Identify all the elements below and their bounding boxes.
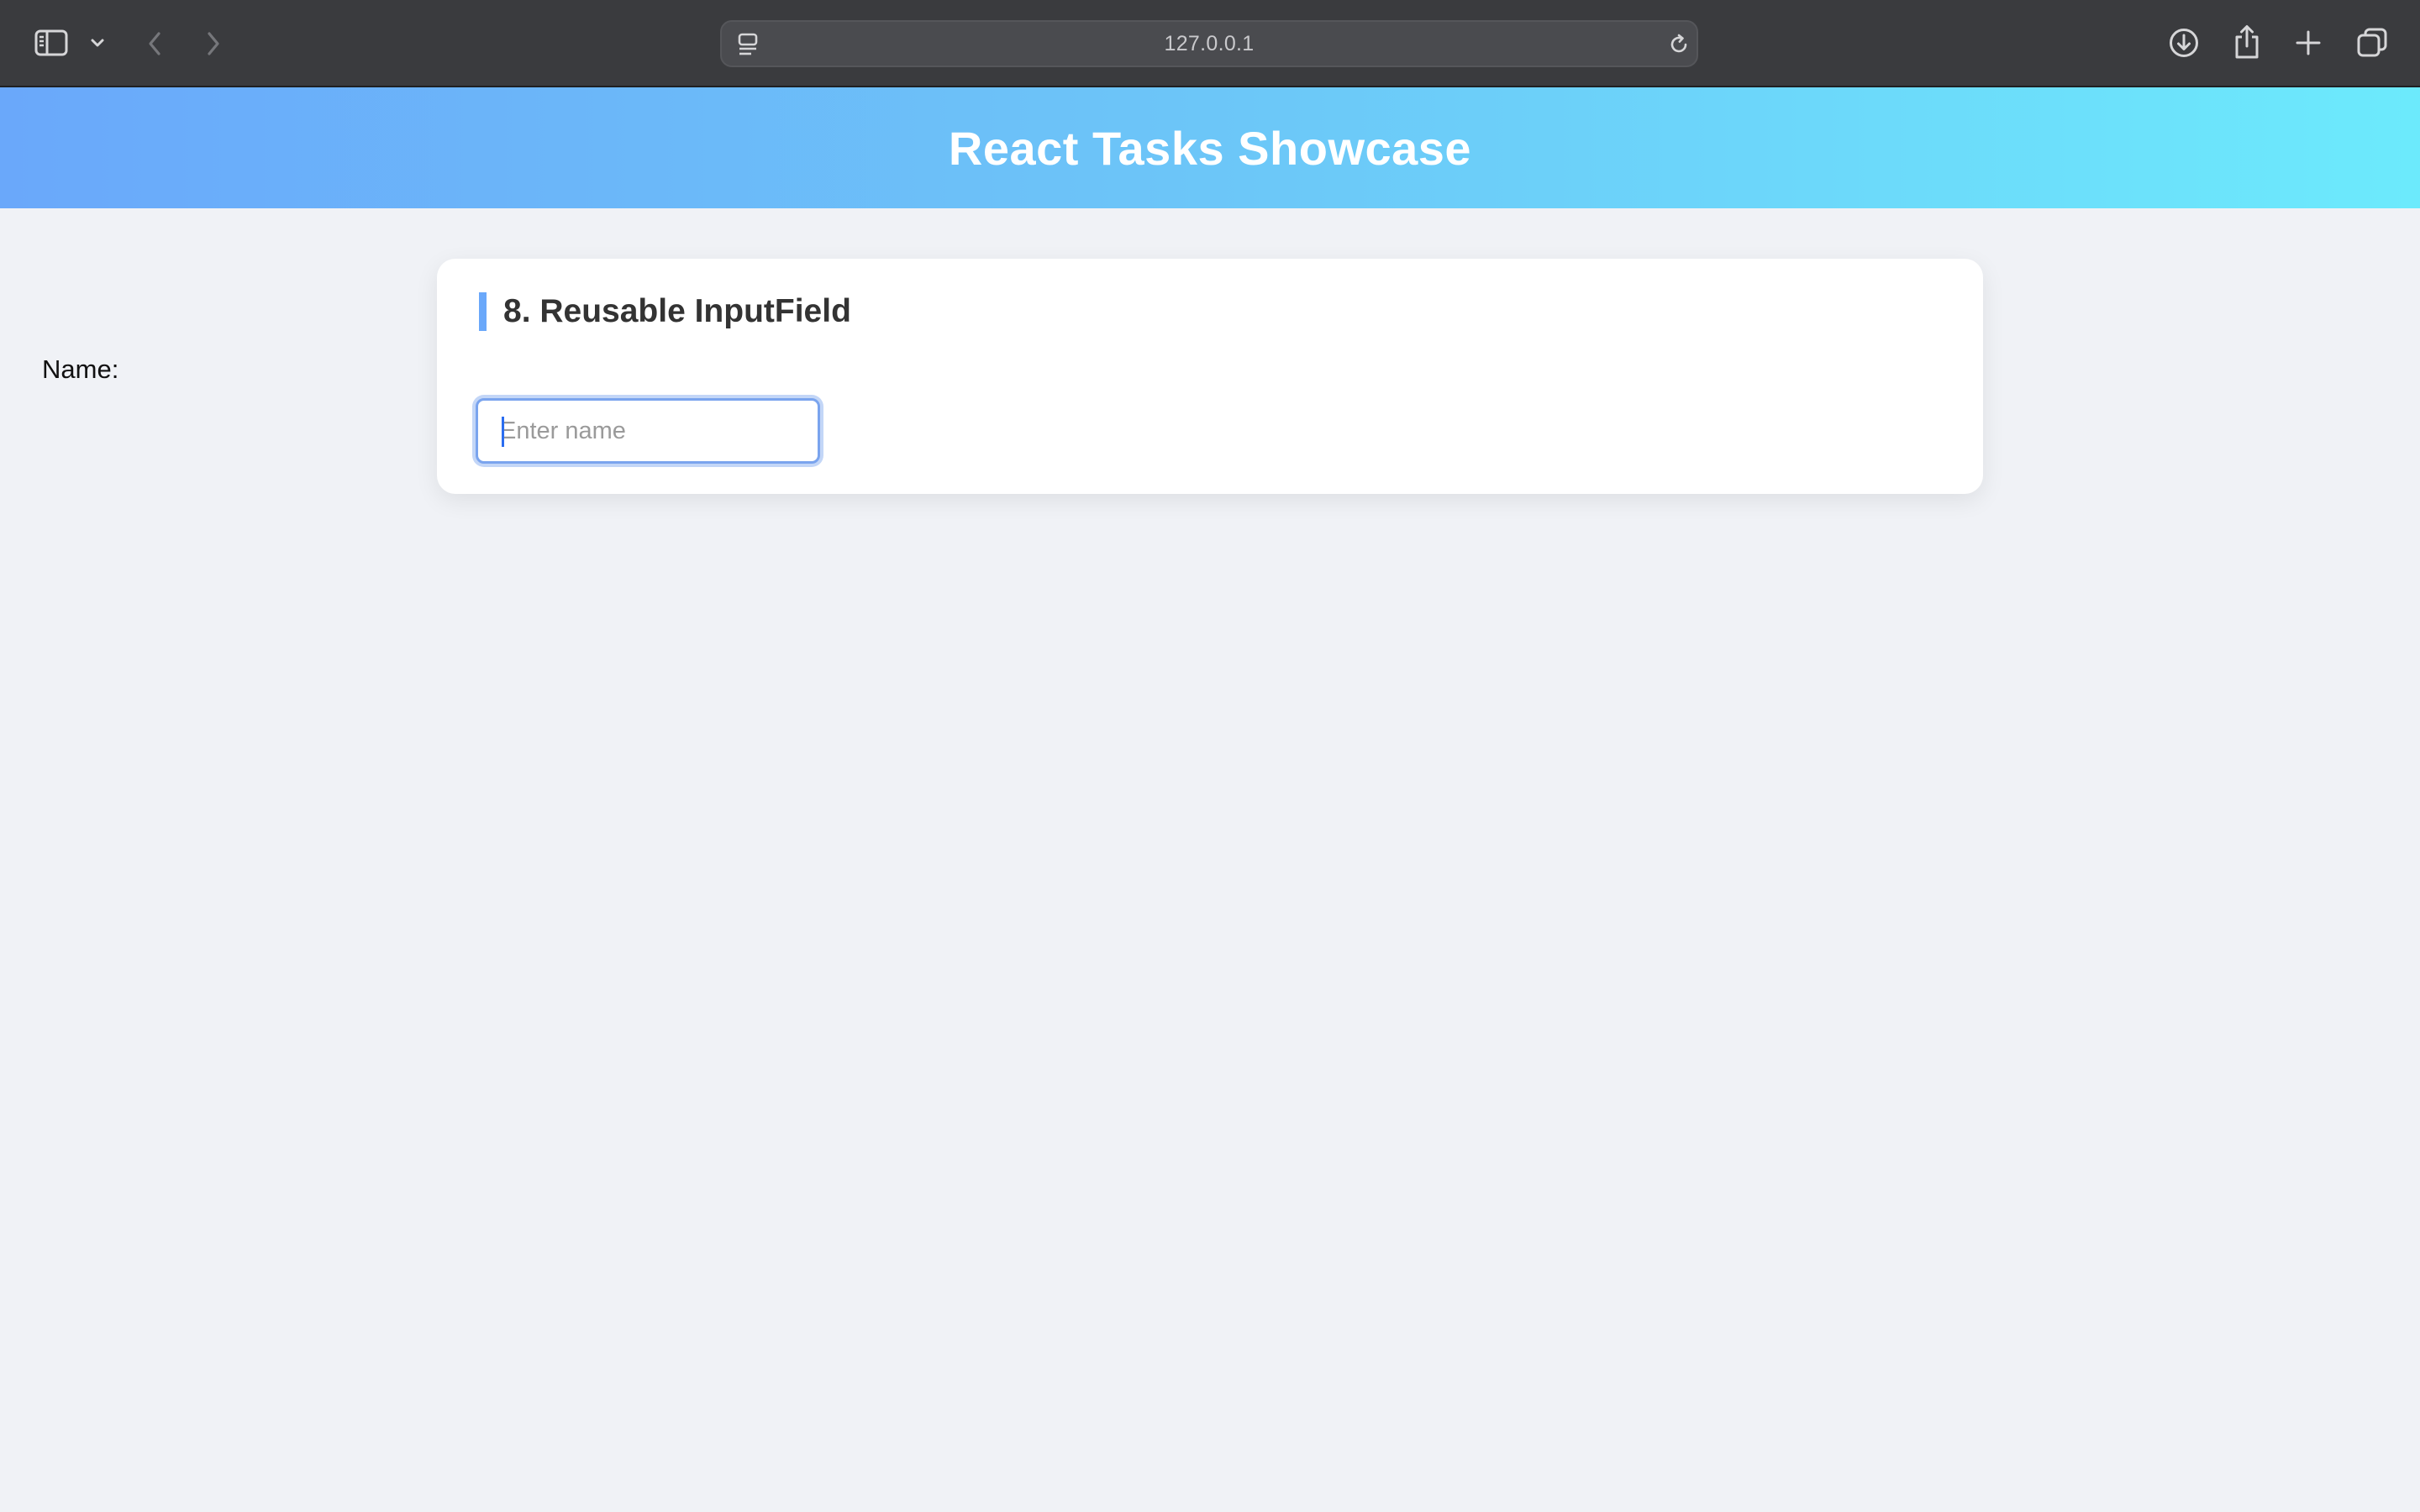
sidebar-icon[interactable] [32, 27, 71, 59]
chevron-down-icon[interactable] [87, 32, 108, 54]
plus-icon[interactable] [2292, 27, 2324, 59]
text-caret [502, 417, 504, 447]
name-input[interactable] [478, 401, 818, 461]
reload-icon[interactable] [1665, 30, 1693, 59]
url-text[interactable]: 127.0.0.1 [722, 22, 1697, 66]
share-icon[interactable] [2230, 22, 2264, 62]
card-title: 8. Reusable InputField [479, 292, 851, 331]
page-title: React Tasks Showcase [948, 121, 1472, 175]
browser-toolbar: 127.0.0.1 [0, 0, 2420, 87]
back-icon[interactable] [139, 27, 170, 60]
tabs-overview-icon[interactable] [2354, 25, 2390, 60]
forward-icon[interactable] [198, 27, 229, 60]
download-icon[interactable] [2166, 25, 2202, 60]
page-header: React Tasks Showcase [0, 87, 2420, 208]
address-bar[interactable]: 127.0.0.1 [720, 20, 1698, 67]
name-label: Name: [42, 354, 119, 384]
name-input-wrapper[interactable] [476, 398, 820, 464]
